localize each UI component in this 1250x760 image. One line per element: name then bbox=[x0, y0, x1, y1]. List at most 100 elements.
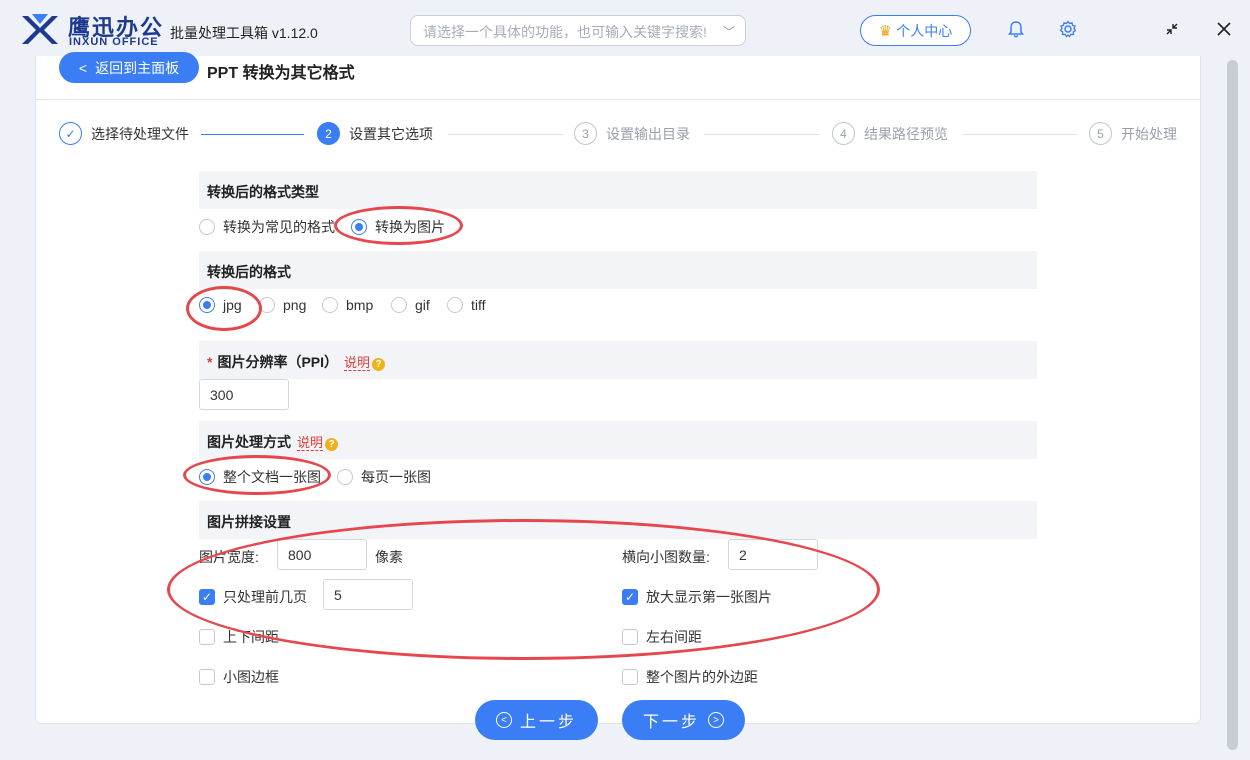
checkbox-enlarge-first[interactable]: ✓ 放大显示第一张图片 bbox=[622, 587, 772, 607]
section-title: 转换后的格式 bbox=[207, 264, 291, 280]
radio-label: bmp bbox=[346, 297, 374, 313]
scrollbar[interactable] bbox=[1227, 60, 1238, 750]
radio-icon[interactable] bbox=[391, 297, 407, 313]
checkbox-thumb-border[interactable]: 小图边框 bbox=[199, 667, 279, 687]
radio-icon[interactable] bbox=[447, 297, 463, 313]
help-link[interactable]: 说明 bbox=[344, 355, 371, 371]
first-pages-input[interactable]: 5 bbox=[323, 579, 413, 610]
step-select-files: ✓ 选择待处理文件 bbox=[59, 122, 189, 145]
step-connector bbox=[448, 134, 563, 135]
chevron-left-icon: < bbox=[78, 59, 88, 76]
radio-to-image[interactable]: 转换为图片 bbox=[351, 217, 445, 237]
checkbox-v-spacing[interactable]: 上下间距 bbox=[199, 627, 279, 647]
radio-label: 转换为常见的格式 bbox=[223, 219, 335, 235]
width-unit: 像素 bbox=[375, 549, 403, 565]
collapse-icon[interactable] bbox=[1161, 18, 1183, 40]
header-divider bbox=[35, 99, 1201, 100]
radio-label: 转换为图片 bbox=[375, 219, 445, 235]
step-number: 5 bbox=[1089, 122, 1112, 145]
section-resolution: * 图片分辨率（PPI） 说明? bbox=[199, 341, 1037, 379]
app-logo-icon bbox=[22, 14, 58, 44]
step-label: 开始处理 bbox=[1121, 125, 1177, 142]
title-bar: 鹰迅办公 INXUN OFFICE 批量处理工具箱 v1.12.0 请选择一个具… bbox=[0, 0, 1250, 60]
next-step-button[interactable]: 下一步 > bbox=[622, 700, 745, 740]
checkbox-icon[interactable] bbox=[622, 629, 638, 645]
step-label: 结果路径预览 bbox=[864, 125, 948, 142]
radio-png[interactable]: png bbox=[259, 297, 306, 313]
resolution-input[interactable]: 300 bbox=[199, 379, 289, 410]
page-title: PPT 转换为其它格式 bbox=[207, 65, 355, 82]
step-connector bbox=[962, 134, 1078, 135]
radio-icon[interactable] bbox=[199, 219, 215, 235]
question-icon[interactable]: ? bbox=[372, 358, 386, 371]
radio-gif[interactable]: gif bbox=[391, 297, 430, 313]
section-title: 图片分辨率（PPI） bbox=[217, 354, 339, 370]
checkbox-first-pages[interactable]: ✓ 只处理前几页 bbox=[199, 587, 307, 607]
radio-icon[interactable] bbox=[199, 297, 215, 313]
radio-common-format[interactable]: 转换为常见的格式 bbox=[199, 217, 335, 237]
radio-icon[interactable] bbox=[322, 297, 338, 313]
prev-step-button[interactable]: < 上一步 bbox=[475, 700, 598, 740]
required-mark: * bbox=[207, 354, 213, 370]
radio-icon[interactable] bbox=[199, 469, 215, 485]
section-title: 图片拼接设置 bbox=[207, 514, 291, 530]
step-output-dir: 3 设置输出目录 bbox=[574, 122, 690, 145]
section-title: 转换后的格式类型 bbox=[207, 184, 319, 200]
checkbox-icon[interactable] bbox=[199, 629, 215, 645]
radio-per-page[interactable]: 每页一张图 bbox=[337, 467, 431, 487]
step-number: 3 bbox=[574, 122, 597, 145]
search-input[interactable]: 请选择一个具体的功能，也可输入关键字搜索! ﹀ bbox=[410, 15, 746, 46]
radio-label: 每页一张图 bbox=[361, 469, 431, 485]
radio-icon[interactable] bbox=[259, 297, 275, 313]
step-other-options: 2 设置其它选项 bbox=[317, 122, 433, 145]
step-label: 设置其它选项 bbox=[349, 125, 433, 142]
back-label: 返回到主面板 bbox=[95, 59, 180, 76]
step-result-preview: 4 结果路径预览 bbox=[832, 122, 948, 145]
radio-label: tiff bbox=[471, 297, 486, 313]
checkbox-icon[interactable] bbox=[622, 669, 638, 685]
radio-icon[interactable] bbox=[351, 219, 367, 235]
checkbox-icon[interactable] bbox=[199, 669, 215, 685]
step-label: 选择待处理文件 bbox=[91, 125, 189, 142]
radio-label: 整个文档一张图 bbox=[223, 469, 321, 485]
checkbox-h-spacing[interactable]: 左右间距 bbox=[622, 627, 702, 647]
question-icon[interactable]: ? bbox=[325, 438, 339, 451]
user-center-label: 个人中心 bbox=[896, 22, 953, 39]
gear-icon[interactable] bbox=[1057, 18, 1079, 40]
radio-icon[interactable] bbox=[337, 469, 353, 485]
bell-icon[interactable] bbox=[1005, 18, 1027, 40]
checkbox-label: 整个图片的外边距 bbox=[646, 669, 758, 685]
step-number: 4 bbox=[832, 122, 855, 145]
checkbox-outer-margin[interactable]: 整个图片的外边距 bbox=[622, 667, 758, 687]
section-processing: 图片处理方式 说明? bbox=[199, 421, 1037, 459]
radio-tiff[interactable]: tiff bbox=[447, 297, 486, 313]
user-center-button[interactable]: ♛ 个人中心 bbox=[860, 15, 971, 46]
width-input[interactable]: 800 bbox=[277, 539, 367, 570]
step-label: 设置输出目录 bbox=[606, 125, 690, 142]
radio-jpg[interactable]: jpg bbox=[199, 297, 242, 313]
h-count-input[interactable]: 2 bbox=[728, 539, 818, 570]
radio-label: gif bbox=[415, 297, 430, 313]
check-icon: ✓ bbox=[59, 122, 82, 145]
h-count-label: 横向小图数量: bbox=[622, 549, 710, 565]
chevron-down-icon[interactable]: ﹀ bbox=[723, 23, 735, 40]
radio-bmp[interactable]: bmp bbox=[322, 297, 373, 313]
brand-name-en: INXUN OFFICE bbox=[69, 36, 159, 48]
close-icon[interactable] bbox=[1213, 18, 1235, 40]
section-stitch: 图片拼接设置 bbox=[199, 501, 1037, 539]
radio-label: jpg bbox=[223, 297, 242, 313]
checkbox-label: 放大显示第一张图片 bbox=[646, 589, 772, 605]
back-to-main-button[interactable]: < 返回到主面板 bbox=[59, 52, 199, 83]
checkbox-icon[interactable]: ✓ bbox=[199, 589, 215, 605]
chevron-left-icon: < bbox=[495, 712, 512, 728]
step-connector bbox=[201, 134, 304, 135]
prev-step-label: 上一步 bbox=[519, 714, 577, 731]
section-format-type: 转换后的格式类型 bbox=[199, 171, 1037, 209]
checkbox-label: 小图边框 bbox=[223, 669, 279, 685]
radio-whole-doc[interactable]: 整个文档一张图 bbox=[199, 467, 321, 487]
checkbox-label: 只处理前几页 bbox=[223, 589, 307, 605]
radio-label: png bbox=[283, 297, 307, 313]
help-link[interactable]: 说明 bbox=[297, 435, 324, 451]
checkbox-icon[interactable]: ✓ bbox=[622, 589, 638, 605]
section-title: 图片处理方式 bbox=[207, 434, 291, 450]
